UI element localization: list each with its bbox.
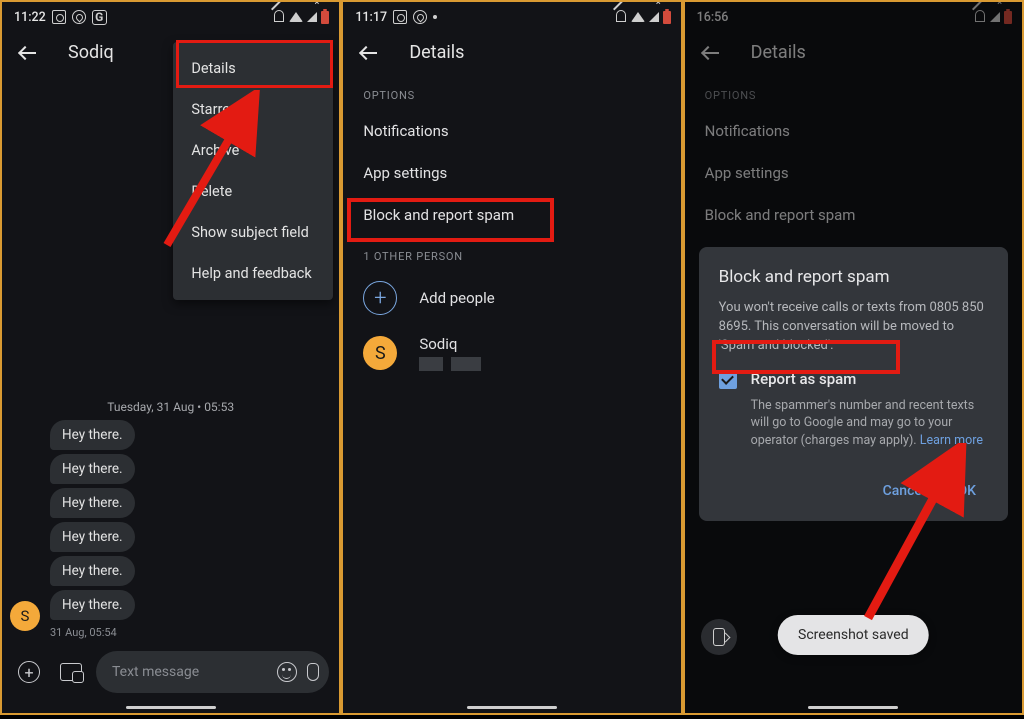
wifi-icon xyxy=(289,12,303,22)
page-title: Details xyxy=(409,42,464,63)
battery-icon xyxy=(663,11,671,24)
add-icon: + xyxy=(363,281,397,315)
message-bubble[interactable]: Hey there. xyxy=(50,488,135,518)
message-bubble[interactable]: Hey there. xyxy=(50,420,135,450)
battery-icon xyxy=(321,11,329,24)
google-notif-icon: G xyxy=(92,10,107,25)
nav-handle[interactable] xyxy=(467,706,557,709)
add-people-label: Add people xyxy=(419,289,494,307)
dialog-body: You won't receive calls or texts from 08… xyxy=(719,299,988,356)
dialog-title: Block and report spam xyxy=(719,267,988,287)
dnd-icon xyxy=(271,10,285,24)
sender-avatar[interactable]: S xyxy=(10,601,40,631)
wifi-icon xyxy=(631,12,645,22)
status-bar: 11:22 G xyxy=(2,2,339,30)
section-people-label: 1 OTHER PERSON xyxy=(343,236,680,271)
screenshot-2: 11:17 Details OPTIONS Notifications App … xyxy=(341,0,682,715)
message-bubble[interactable]: Hey there. xyxy=(50,590,135,620)
person-name: Sodiq xyxy=(419,335,481,353)
option-block-spam[interactable]: Block and report spam xyxy=(343,194,680,236)
back-arrow-icon[interactable] xyxy=(20,43,40,63)
compose-bar: + Text message xyxy=(10,645,331,695)
gallery-notif-icon xyxy=(393,10,407,24)
status-bar: 11:17 xyxy=(343,2,680,30)
menu-starred[interactable]: Starred xyxy=(173,89,333,130)
menu-archive[interactable]: Archive xyxy=(173,130,333,171)
menu-delete[interactable]: Delete xyxy=(173,171,333,212)
learn-more-link[interactable]: Learn more xyxy=(920,433,983,448)
mic-icon[interactable] xyxy=(307,663,319,681)
report-spam-checkbox-row[interactable]: Report as spam xyxy=(719,370,988,389)
details-header: Details xyxy=(343,30,680,75)
screenshot-3: 16:56 Details OPTIONS Notifications App … xyxy=(683,0,1024,715)
option-app-settings[interactable]: App settings xyxy=(343,152,680,194)
add-people-row[interactable]: + Add people xyxy=(343,271,680,325)
status-time: 11:17 xyxy=(355,10,387,25)
checkbox-checked-icon[interactable] xyxy=(719,371,737,389)
whatsapp-notif-icon xyxy=(72,10,86,24)
status-time: 11:22 xyxy=(14,10,46,25)
person-row[interactable]: S Sodiq xyxy=(343,325,680,381)
cancel-button[interactable]: Cancel xyxy=(871,475,938,507)
nav-handle[interactable] xyxy=(126,706,216,709)
ok-button[interactable]: OK xyxy=(945,475,988,507)
message-area: Tuesday, 31 Aug • 05:53 Hey there. Hey t… xyxy=(2,394,339,713)
screenshot-toast[interactable]: Screenshot saved xyxy=(778,615,929,655)
message-bubble[interactable]: Hey there. xyxy=(50,556,135,586)
more-notif-icon xyxy=(433,15,437,19)
person-avatar: S xyxy=(363,336,397,370)
contact-name: Sodiq xyxy=(68,42,114,63)
back-arrow-icon[interactable] xyxy=(361,43,381,63)
screenshot-1: 11:22 G Sodiq Details Starred Archive De… xyxy=(0,0,341,715)
gallery-notif-icon xyxy=(52,10,66,24)
gallery-button[interactable] xyxy=(54,655,88,689)
menu-help[interactable]: Help and feedback xyxy=(173,253,333,294)
input-placeholder: Text message xyxy=(112,664,277,680)
menu-details[interactable]: Details xyxy=(173,48,333,89)
block-dialog: Block and report spam You won't receive … xyxy=(699,247,1008,521)
emoji-icon[interactable] xyxy=(277,662,297,682)
checkbox-label: Report as spam xyxy=(751,370,857,388)
message-timestamp: 31 Aug, 05:54 xyxy=(50,626,331,639)
toast-text: Screenshot saved xyxy=(798,627,909,643)
menu-show-subject[interactable]: Show subject field xyxy=(173,212,333,253)
dialog-actions: Cancel OK xyxy=(719,475,988,507)
message-bubble[interactable]: Hey there. xyxy=(50,522,135,552)
message-input[interactable]: Text message xyxy=(96,651,329,693)
add-attachment-button[interactable]: + xyxy=(12,655,46,689)
screenshot-preview-icon[interactable] xyxy=(701,619,737,655)
message-bubble[interactable]: Hey there. xyxy=(50,454,135,484)
dnd-icon xyxy=(613,10,627,24)
signal-icon xyxy=(649,12,659,22)
option-notifications[interactable]: Notifications xyxy=(343,110,680,152)
section-options-label: OPTIONS xyxy=(343,75,680,110)
date-header: Tuesday, 31 Aug • 05:53 xyxy=(10,394,331,420)
whatsapp-notif-icon xyxy=(413,10,427,24)
person-number-redacted xyxy=(419,357,481,371)
nav-handle[interactable] xyxy=(808,706,898,709)
signal-icon xyxy=(307,12,317,22)
overflow-menu: Details Starred Archive Delete Show subj… xyxy=(173,42,333,300)
dialog-subtext: The spammer's number and recent texts wi… xyxy=(751,397,988,450)
